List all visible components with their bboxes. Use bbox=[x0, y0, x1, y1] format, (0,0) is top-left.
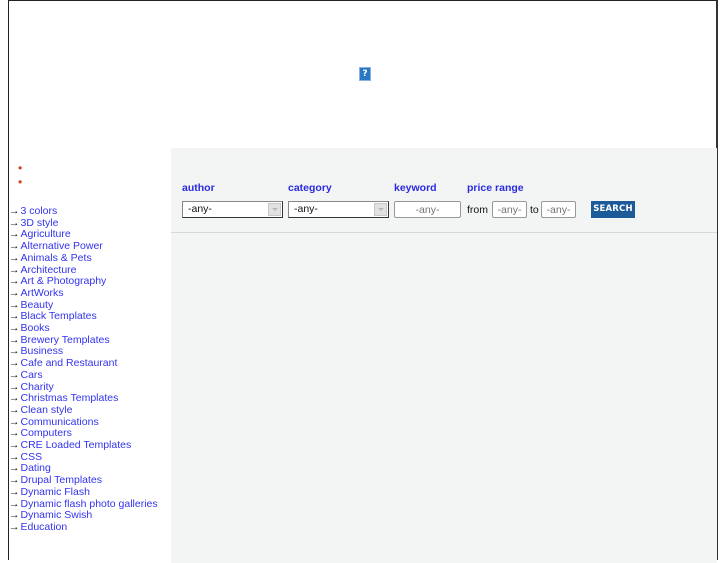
category-link[interactable]: →Education bbox=[9, 520, 171, 534]
category-link-label[interactable]: Dynamic Swish bbox=[21, 509, 93, 521]
arrow-right-icon: → bbox=[9, 474, 20, 487]
category-label: category bbox=[288, 182, 332, 194]
to-text: to bbox=[530, 204, 539, 216]
arrow-right-icon: → bbox=[9, 450, 20, 463]
sidebar: • • →3 colors →3D style →Agriculture →Alter… bbox=[9, 161, 171, 534]
keyword-input[interactable] bbox=[394, 201, 461, 218]
arrow-right-icon: → bbox=[9, 275, 20, 288]
arrow-right-icon: → bbox=[9, 228, 20, 241]
search-button[interactable]: SEARCH bbox=[591, 201, 635, 218]
category-link-label[interactable]: Computers bbox=[21, 427, 72, 440]
keyword-label: keyword bbox=[394, 182, 437, 194]
chevron-down-icon[interactable] bbox=[268, 203, 281, 216]
arrow-right-icon: → bbox=[9, 368, 20, 381]
category-link-label[interactable]: Communications bbox=[21, 416, 99, 428]
category-select[interactable]: -any- bbox=[288, 201, 389, 218]
category-link-label[interactable]: Dynamic flash photo galleries bbox=[21, 498, 158, 510]
arrow-right-icon: → bbox=[9, 439, 20, 452]
content-area bbox=[171, 233, 717, 563]
category-link-label[interactable]: Agriculture bbox=[21, 228, 71, 241]
price-from-input[interactable] bbox=[492, 201, 527, 218]
category-list: →3 colors →3D style →Agriculture →Alternati… bbox=[9, 205, 171, 534]
author-select[interactable]: -any- bbox=[182, 201, 283, 218]
page-frame: ? • • →3 colors →3D style →Agriculture →Alt… bbox=[8, 0, 718, 563]
arrow-right-icon: → bbox=[9, 263, 20, 276]
category-link-label[interactable]: Art & Photography bbox=[21, 275, 107, 287]
search-panel: author -any- category -any- keyword pric… bbox=[171, 148, 717, 233]
category-link-label[interactable]: 3D style bbox=[21, 217, 59, 229]
category-link-label[interactable]: Dynamic Flash bbox=[21, 486, 90, 498]
category-link-label[interactable]: Education bbox=[21, 521, 68, 533]
arrow-right-icon: → bbox=[9, 427, 20, 440]
category-link-label[interactable]: Christmas Templates bbox=[21, 392, 119, 404]
arrow-right-icon: → bbox=[9, 497, 20, 510]
arrow-right-icon: → bbox=[9, 509, 20, 522]
bullet-marker: • bbox=[18, 175, 23, 189]
category-link-label[interactable]: Cars bbox=[21, 369, 43, 381]
arrow-right-icon: → bbox=[9, 240, 20, 253]
category-link-label[interactable]: Alternative Power bbox=[21, 240, 103, 252]
category-link-label[interactable]: Architecture bbox=[21, 264, 77, 276]
arrow-right-icon: → bbox=[9, 485, 20, 498]
category-link-label[interactable]: Drupal Templates bbox=[21, 474, 103, 486]
price-range-label: price range bbox=[467, 182, 524, 194]
category-link-label[interactable]: CSS bbox=[21, 451, 43, 463]
author-select-value: -any- bbox=[188, 203, 212, 215]
category-link-label[interactable]: Dating bbox=[21, 462, 51, 475]
category-link-label[interactable]: Clean style bbox=[21, 404, 73, 416]
category-link-label[interactable]: Brewery Templates bbox=[21, 334, 110, 346]
category-link-label[interactable]: 3 colors bbox=[21, 205, 58, 217]
arrow-right-icon: → bbox=[9, 216, 20, 229]
arrow-right-icon: → bbox=[9, 415, 20, 428]
arrow-right-icon: → bbox=[9, 392, 20, 405]
arrow-right-icon: → bbox=[9, 403, 20, 416]
arrow-right-icon: → bbox=[9, 357, 20, 370]
arrow-right-icon: → bbox=[9, 205, 20, 217]
from-text: from bbox=[467, 204, 488, 216]
arrow-right-icon: → bbox=[9, 380, 20, 393]
category-link-label[interactable]: ArtWorks bbox=[21, 287, 64, 299]
category-link-label[interactable]: CRE Loaded Templates bbox=[21, 439, 132, 451]
author-label: author bbox=[182, 182, 215, 194]
category-select-value: -any- bbox=[294, 203, 318, 215]
arrow-right-icon: → bbox=[9, 251, 20, 264]
category-link-label[interactable]: Charity bbox=[21, 381, 54, 393]
header-banner: ? bbox=[9, 1, 716, 148]
chevron-down-icon[interactable] bbox=[374, 203, 387, 216]
arrow-right-icon: → bbox=[9, 310, 20, 323]
category-link-label[interactable]: Animals & Pets bbox=[21, 252, 92, 264]
arrow-right-icon: → bbox=[9, 520, 20, 533]
category-link-label[interactable]: Cafe and Restaurant bbox=[21, 357, 118, 369]
category-link-label[interactable]: Beauty bbox=[21, 299, 54, 311]
arrow-right-icon: → bbox=[9, 333, 20, 346]
category-link-label[interactable]: Black Templates bbox=[21, 310, 97, 322]
broken-image-icon: ? bbox=[359, 67, 371, 81]
arrow-right-icon: → bbox=[9, 345, 20, 358]
arrow-right-icon: → bbox=[9, 298, 20, 311]
bullet-marker: • bbox=[18, 161, 23, 175]
arrow-right-icon: → bbox=[9, 462, 20, 475]
category-link-label[interactable]: Books bbox=[21, 322, 50, 334]
price-to-input[interactable] bbox=[541, 201, 576, 218]
arrow-right-icon: → bbox=[9, 286, 20, 299]
category-link-label[interactable]: Business bbox=[21, 345, 64, 358]
arrow-right-icon: → bbox=[9, 322, 20, 335]
